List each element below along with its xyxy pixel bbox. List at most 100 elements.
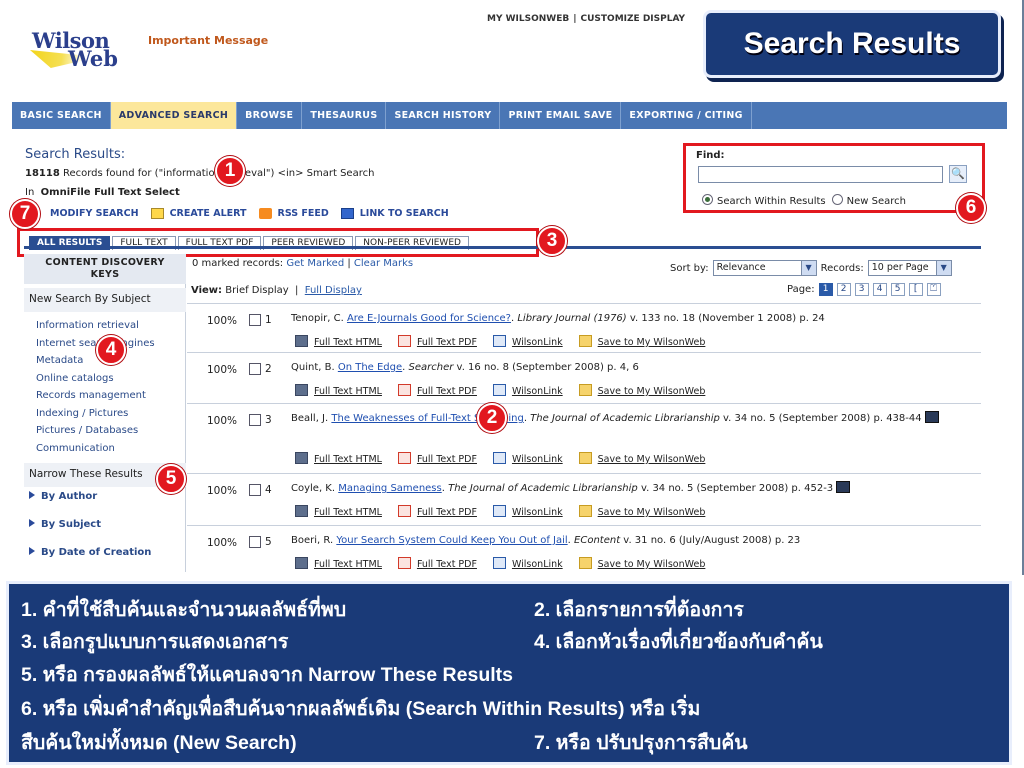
mark-record-checkbox[interactable] (249, 484, 261, 496)
mark-record-checkbox[interactable] (249, 314, 261, 326)
radio-selected-icon[interactable] (702, 194, 713, 205)
tab-browse[interactable]: BROWSE (237, 102, 303, 129)
full-text-pdf-link[interactable]: Full Text PDF (397, 557, 477, 570)
full-text-pdf-link[interactable]: Full Text PDF (397, 335, 477, 348)
article-title-link[interactable]: On The Edge (338, 362, 402, 373)
database-in-label: In (25, 187, 35, 198)
full-text-html-link[interactable]: Full Text HTML (295, 335, 382, 348)
full-text-pdf-link[interactable]: Full Text PDF (397, 452, 477, 465)
article-title-link[interactable]: Are E-Journals Good for Science? (347, 313, 511, 324)
full-text-html-link[interactable]: Full Text HTML (295, 505, 382, 518)
get-marked-link[interactable]: Get Marked (286, 258, 344, 269)
mark-record-checkbox[interactable] (249, 536, 261, 548)
save-to-wilsonweb-link[interactable]: Save to My WilsonWeb (578, 335, 705, 348)
folder-icon (578, 505, 592, 517)
triangle-right-icon (29, 547, 35, 555)
tab-basic-search[interactable]: BASIC SEARCH (12, 102, 111, 129)
result-row: 100% 3 Beall, J. The Weaknesses of Full-Te… (187, 403, 981, 473)
page-5[interactable]: 5 (890, 283, 905, 296)
full-text-html-link[interactable]: Full Text HTML (295, 452, 382, 465)
wilsonlink-link[interactable]: WilsonLink (492, 384, 563, 397)
tab-exporting-citing[interactable]: EXPORTING / CITING (621, 102, 752, 129)
wilsonlink-link[interactable]: WilsonLink (492, 452, 563, 465)
full-text-html-link[interactable]: Full Text HTML (295, 557, 382, 570)
narrow-by-subject[interactable]: By Subject (29, 519, 101, 530)
find-search-icon[interactable]: 🔍 (949, 165, 967, 183)
clear-marks-link[interactable]: Clear Marks (354, 258, 413, 269)
subject-information-retrieval[interactable]: Information retrieval (36, 317, 155, 335)
mark-record-checkbox[interactable] (249, 414, 261, 426)
legend-item-3: 3. เลือกรูปแบบการแสดงเอกสาร (21, 631, 289, 653)
rss-feed-link[interactable]: RSS FEED (278, 208, 329, 219)
link-to-search-link[interactable]: LINK TO SEARCH (360, 208, 449, 219)
journal-title: The Journal of Academic Librarianship (448, 483, 638, 494)
academic-cap-icon[interactable] (836, 481, 851, 493)
legend-item-4: 4. เลือกหัวเรื่องที่เกี่ยวข้องกับคำค้น (534, 631, 823, 653)
wilsonlink-link[interactable]: WilsonLink (492, 557, 563, 570)
pdf-icon (397, 384, 411, 396)
records-per-page-select[interactable]: 10 per Page ▼ (867, 260, 952, 276)
full-text-pdf-link[interactable]: Full Text PDF (397, 505, 477, 518)
callout-4: 4 (96, 335, 126, 365)
brief-display[interactable]: Brief Display (225, 285, 288, 296)
subject-list: Information retrieval Internet search en… (36, 317, 155, 457)
subject-records-management[interactable]: Records management (36, 387, 155, 405)
wilsonlink-icon (492, 384, 506, 396)
narrow-by-author[interactable]: By Author (29, 491, 97, 502)
subject-communication[interactable]: Communication (36, 440, 155, 458)
journal-title: EContent (574, 535, 621, 546)
article-title-link[interactable]: Managing Sameness (338, 483, 442, 494)
triangle-right-icon (29, 519, 35, 527)
page-next[interactable]: [ (908, 283, 923, 296)
result-row: 100% 2 Quint, B. On The Edge. Searcher v. … (187, 352, 981, 403)
wilsonlink-link[interactable]: WilsonLink (492, 505, 563, 518)
save-to-wilsonweb-link[interactable]: Save to My WilsonWeb (578, 452, 705, 465)
citation: Boeri, R. Your Search System Could Keep … (291, 535, 801, 546)
full-text-html-link[interactable]: Full Text HTML (295, 384, 382, 397)
subject-indexing-pictures[interactable]: Indexing / Pictures (36, 405, 155, 423)
search-within-results-option[interactable]: Search Within Results (702, 194, 826, 207)
my-wilsonweb-link[interactable]: MY WILSONWEB (487, 14, 569, 24)
legend-item-5: 5. หรือ กรองผลลัพธ์ให้แคบลงจาก Narrow Th… (21, 664, 513, 686)
callout-1: 1 (215, 156, 245, 186)
save-to-wilsonweb-link[interactable]: Save to My WilsonWeb (578, 557, 705, 570)
pdf-icon (397, 505, 411, 517)
rss-icon (258, 208, 272, 219)
full-text-pdf-link[interactable]: Full Text PDF (397, 384, 477, 397)
subject-metadata[interactable]: Metadata (36, 352, 155, 370)
save-to-wilsonweb-link[interactable]: Save to My WilsonWeb (578, 505, 705, 518)
full-display-link[interactable]: Full Display (305, 285, 362, 296)
academic-cap-icon[interactable] (924, 411, 939, 423)
article-title-link[interactable]: Your Search System Could Keep You Out of… (336, 535, 567, 546)
callout-2: 2 (477, 403, 507, 433)
page-last[interactable]: ⏍ (926, 283, 941, 296)
tab-thesaurus[interactable]: THESAURUS (302, 102, 387, 129)
page-2[interactable]: 2 (836, 283, 851, 296)
narrow-by-date[interactable]: By Date of Creation (29, 547, 151, 558)
tab-print-email-save[interactable]: PRINT EMAIL SAVE (500, 102, 622, 129)
citation: Beall, J. The Weaknesses of Full-Text Se… (291, 411, 973, 426)
tab-search-history[interactable]: SEARCH HISTORY (386, 102, 501, 129)
page-4[interactable]: 4 (872, 283, 887, 296)
relevance-score: 100% (207, 415, 238, 427)
radio-unselected-icon[interactable] (831, 194, 843, 205)
create-alert-link[interactable]: CREATE ALERT (170, 208, 247, 219)
save-to-wilsonweb-link[interactable]: Save to My WilsonWeb (578, 384, 705, 397)
wilsonlink-link[interactable]: WilsonLink (492, 335, 563, 348)
pdf-icon (397, 557, 411, 569)
pdf-icon (397, 452, 411, 464)
sort-select[interactable]: Relevance ▼ (712, 260, 817, 276)
new-search-option[interactable]: New Search (831, 194, 906, 207)
subject-online-catalogs[interactable]: Online catalogs (36, 370, 155, 388)
journal-title: Library Journal (1976) (517, 313, 627, 324)
mark-record-checkbox[interactable] (249, 363, 261, 375)
subject-pictures-databases[interactable]: Pictures / Databases (36, 422, 155, 440)
wilsonweb-logo[interactable]: Wilson Web (30, 28, 120, 73)
customize-display-link[interactable]: CUSTOMIZE DISPLAY (581, 14, 686, 24)
tab-advanced-search[interactable]: ADVANCED SEARCH (110, 102, 238, 129)
modify-search-link[interactable]: MODIFY SEARCH (50, 208, 139, 219)
page-3[interactable]: 3 (854, 283, 869, 296)
find-input[interactable] (698, 166, 943, 183)
page-1[interactable]: 1 (818, 283, 833, 296)
important-message-link[interactable]: Important Message (148, 34, 268, 47)
